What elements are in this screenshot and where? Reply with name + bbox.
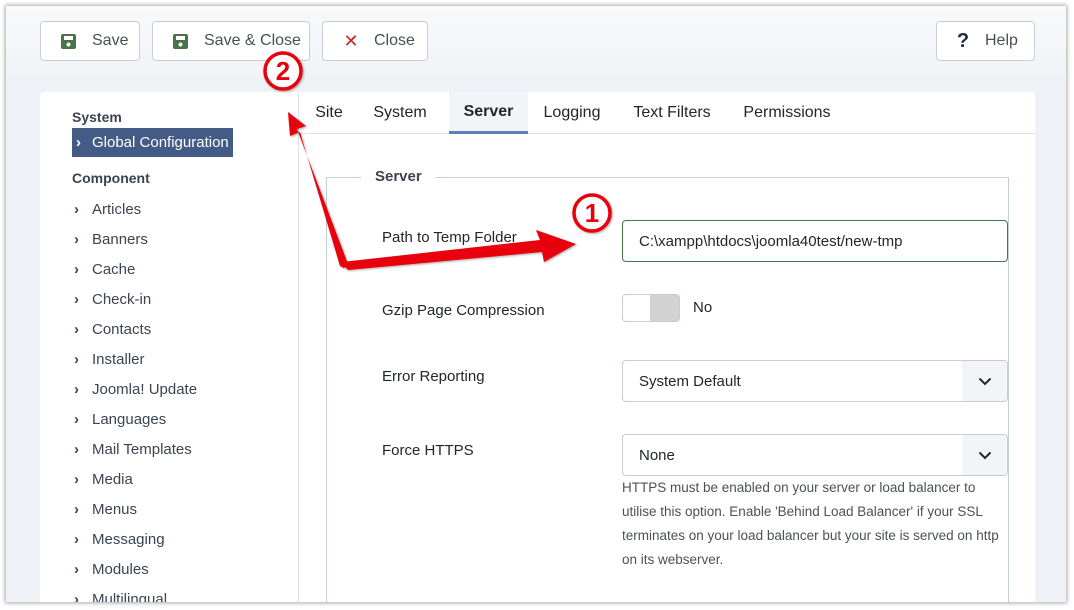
- main-panel: Site System Server Logging Text Filters …: [298, 92, 1035, 602]
- tab-system[interactable]: System: [365, 92, 435, 134]
- chevron-down-icon: [962, 361, 1007, 401]
- sidebar-item-label: Joomla! Update: [92, 380, 198, 398]
- sidebar-item-label: Mail Templates: [92, 440, 192, 458]
- sidebar-item-languages[interactable]: › Languages: [74, 408, 166, 430]
- sidebar-item-cache[interactable]: › Cache: [74, 258, 135, 280]
- sidebar-item-global-configuration[interactable]: › Global Configuration: [72, 128, 233, 157]
- chevron-right-icon: ›: [74, 350, 79, 368]
- error-reporting-value: System Default: [639, 372, 741, 390]
- gzip-value: No: [693, 299, 713, 316]
- sidebar-item-label: Menus: [92, 500, 138, 518]
- sidebar-item-label: Multilingual: [92, 590, 168, 603]
- save-label: Save: [92, 32, 129, 49]
- gzip-toggle[interactable]: [622, 294, 680, 322]
- sidebar-item-multilingual[interactable]: › Multilingual: [74, 588, 168, 603]
- joomla-admin-window: Save Save & Close ✕ Close ? Help System …: [6, 6, 1066, 602]
- force-https-help: HTTPS must be enabled on your server or …: [622, 480, 999, 567]
- fieldset-legend: Server: [361, 168, 436, 185]
- chevron-right-icon: ›: [74, 590, 79, 603]
- force-https-value: None: [639, 446, 675, 464]
- sidebar-item-joomla-update[interactable]: › Joomla! Update: [74, 378, 197, 400]
- close-label: Close: [374, 32, 415, 49]
- sidebar-item-articles[interactable]: › Articles: [74, 198, 141, 220]
- chevron-right-icon: ›: [74, 380, 79, 398]
- floppy-disk-icon: [172, 33, 188, 49]
- chevron-right-icon: ›: [74, 440, 79, 458]
- save-button[interactable]: Save: [40, 21, 140, 61]
- temp-path-input[interactable]: C:\xampp\htdocs\joomla40test/new-tmp: [622, 220, 1008, 262]
- sidebar-item-contacts[interactable]: › Contacts: [74, 318, 151, 340]
- sidebar-item-media[interactable]: › Media: [74, 468, 133, 490]
- sidebar-item-mail-templates[interactable]: › Mail Templates: [74, 438, 192, 460]
- sidebar-item-label: Modules: [92, 560, 149, 578]
- tab-text-filters[interactable]: Text Filters: [625, 92, 719, 134]
- sidebar-item-label: Messaging: [92, 530, 165, 548]
- save-and-close-label: Save & Close: [204, 32, 301, 49]
- sidebar-item-label: Media: [92, 470, 133, 488]
- sidebar: System › Global Configuration Component …: [40, 92, 298, 602]
- chevron-right-icon: ›: [74, 230, 79, 248]
- tab-server[interactable]: Server: [449, 92, 528, 134]
- sidebar-item-label: Banners: [92, 230, 148, 248]
- sidebar-heading-component: Component: [72, 170, 150, 186]
- tab-permissions[interactable]: Permissions: [735, 92, 839, 134]
- error-reporting-select[interactable]: System Default: [622, 360, 1008, 402]
- sidebar-item-installer[interactable]: › Installer: [74, 348, 145, 370]
- chevron-right-icon: ›: [74, 320, 79, 338]
- toggle-knob: [650, 295, 679, 321]
- chevron-right-icon: ›: [76, 134, 81, 151]
- chevron-right-icon: ›: [74, 530, 79, 548]
- help-button[interactable]: ? Help: [936, 21, 1035, 61]
- floppy-disk-icon: [60, 33, 76, 49]
- sidebar-heading-system: System: [72, 109, 122, 125]
- save-and-close-button[interactable]: Save & Close: [152, 21, 310, 61]
- question-icon: ?: [956, 29, 970, 52]
- chevron-right-icon: ›: [74, 500, 79, 518]
- chevron-right-icon: ›: [74, 410, 79, 428]
- chevron-right-icon: ›: [74, 260, 79, 278]
- sidebar-item-banners[interactable]: › Banners: [74, 228, 148, 250]
- gzip-label: Gzip Page Compression: [382, 302, 545, 319]
- sidebar-item-label: Check-in: [92, 290, 152, 308]
- sidebar-item-label: Cache: [92, 260, 136, 278]
- temp-path-label: Path to Temp Folder: [382, 229, 517, 246]
- chevron-right-icon: ›: [74, 290, 79, 308]
- sidebar-item-label: Languages: [92, 410, 167, 428]
- chevron-right-icon: ›: [74, 470, 79, 488]
- chevron-down-icon: [962, 435, 1007, 475]
- tab-logging[interactable]: Logging: [537, 92, 607, 134]
- server-fieldset: Server Path to Temp Folder C:\xampp\htdo…: [326, 168, 1009, 602]
- help-label: Help: [985, 32, 1018, 49]
- sidebar-item-label: Articles: [92, 200, 142, 218]
- chevron-right-icon: ›: [74, 560, 79, 578]
- sidebar-item-menus[interactable]: › Menus: [74, 498, 137, 520]
- chevron-right-icon: ›: [74, 200, 79, 218]
- sidebar-item-label: Contacts: [92, 320, 152, 338]
- tab-site[interactable]: Site: [307, 92, 351, 134]
- x-icon: ✕: [343, 30, 359, 51]
- sidebar-item-modules[interactable]: › Modules: [74, 558, 149, 580]
- error-reporting-label: Error Reporting: [382, 368, 485, 385]
- force-https-label: Force HTTPS: [382, 442, 474, 459]
- tab-bar: Site System Server Logging Text Filters …: [299, 92, 1035, 134]
- close-button[interactable]: ✕ Close: [322, 21, 428, 61]
- toolbar: Save Save & Close ✕ Close ? Help: [6, 6, 1066, 76]
- force-https-select[interactable]: None: [622, 434, 1008, 476]
- sidebar-item-messaging[interactable]: › Messaging: [74, 528, 165, 550]
- sidebar-item-check-in[interactable]: › Check-in: [74, 288, 151, 310]
- sidebar-item-label: Installer: [92, 350, 145, 368]
- sidebar-item-label: Global Configuration: [92, 134, 229, 151]
